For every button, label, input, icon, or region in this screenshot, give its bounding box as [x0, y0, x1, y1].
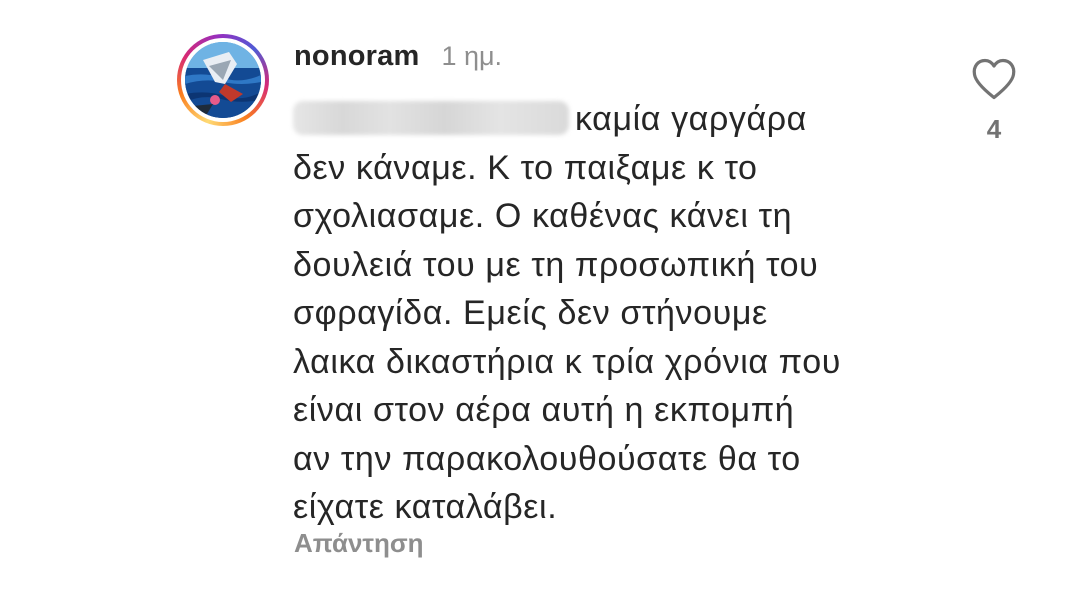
like-area: 4	[968, 56, 1020, 152]
heart-outline-icon[interactable]	[970, 56, 1018, 102]
comment-line: λαικα δικαστήρια κ τρία χρόνια που	[293, 342, 841, 381]
username[interactable]: nonoram	[294, 40, 419, 73]
avatar[interactable]	[177, 34, 269, 126]
comment-line: σχολιασαμε. Ο καθένας κάνει τη	[293, 197, 793, 235]
comment-line: δουλειά του με τη προσωπική του	[293, 245, 819, 284]
avatar-photo-icon	[185, 42, 261, 118]
comment-line: σφραγίδα. Εμείς δεν στήνουμε	[293, 294, 768, 332]
comment-timestamp: 1 ημ.	[441, 41, 503, 71]
comment-header: nonoram 1 ημ.	[294, 40, 502, 78]
comment-item: nonoram 1 ημ. καμία γαργάρα δεν κάναμε. …	[0, 0, 1074, 615]
comment-line: είχατε καταλάβει.	[293, 488, 558, 526]
like-count: 4	[986, 114, 1002, 144]
avatar-ring-gap	[181, 38, 265, 122]
avatar-image	[185, 42, 261, 118]
comment-line: αν την παρακολουθούσατε θα το	[293, 439, 801, 478]
comment-line: είναι στον αέρα αυτή η εκπομπή	[293, 391, 795, 429]
blurred-mention	[293, 101, 569, 135]
comment-line-text: καμία γαργάρα	[575, 100, 807, 138]
comment-text: καμία γαργάρα δεν κάναμε. Κ το παιξαμε κ…	[293, 95, 953, 532]
comment-line: δεν κάναμε. Κ το παιξαμε κ το	[293, 148, 758, 187]
comment-line: καμία γαργάρα	[293, 95, 953, 144]
reply-button[interactable]: Απάντηση	[294, 528, 424, 559]
